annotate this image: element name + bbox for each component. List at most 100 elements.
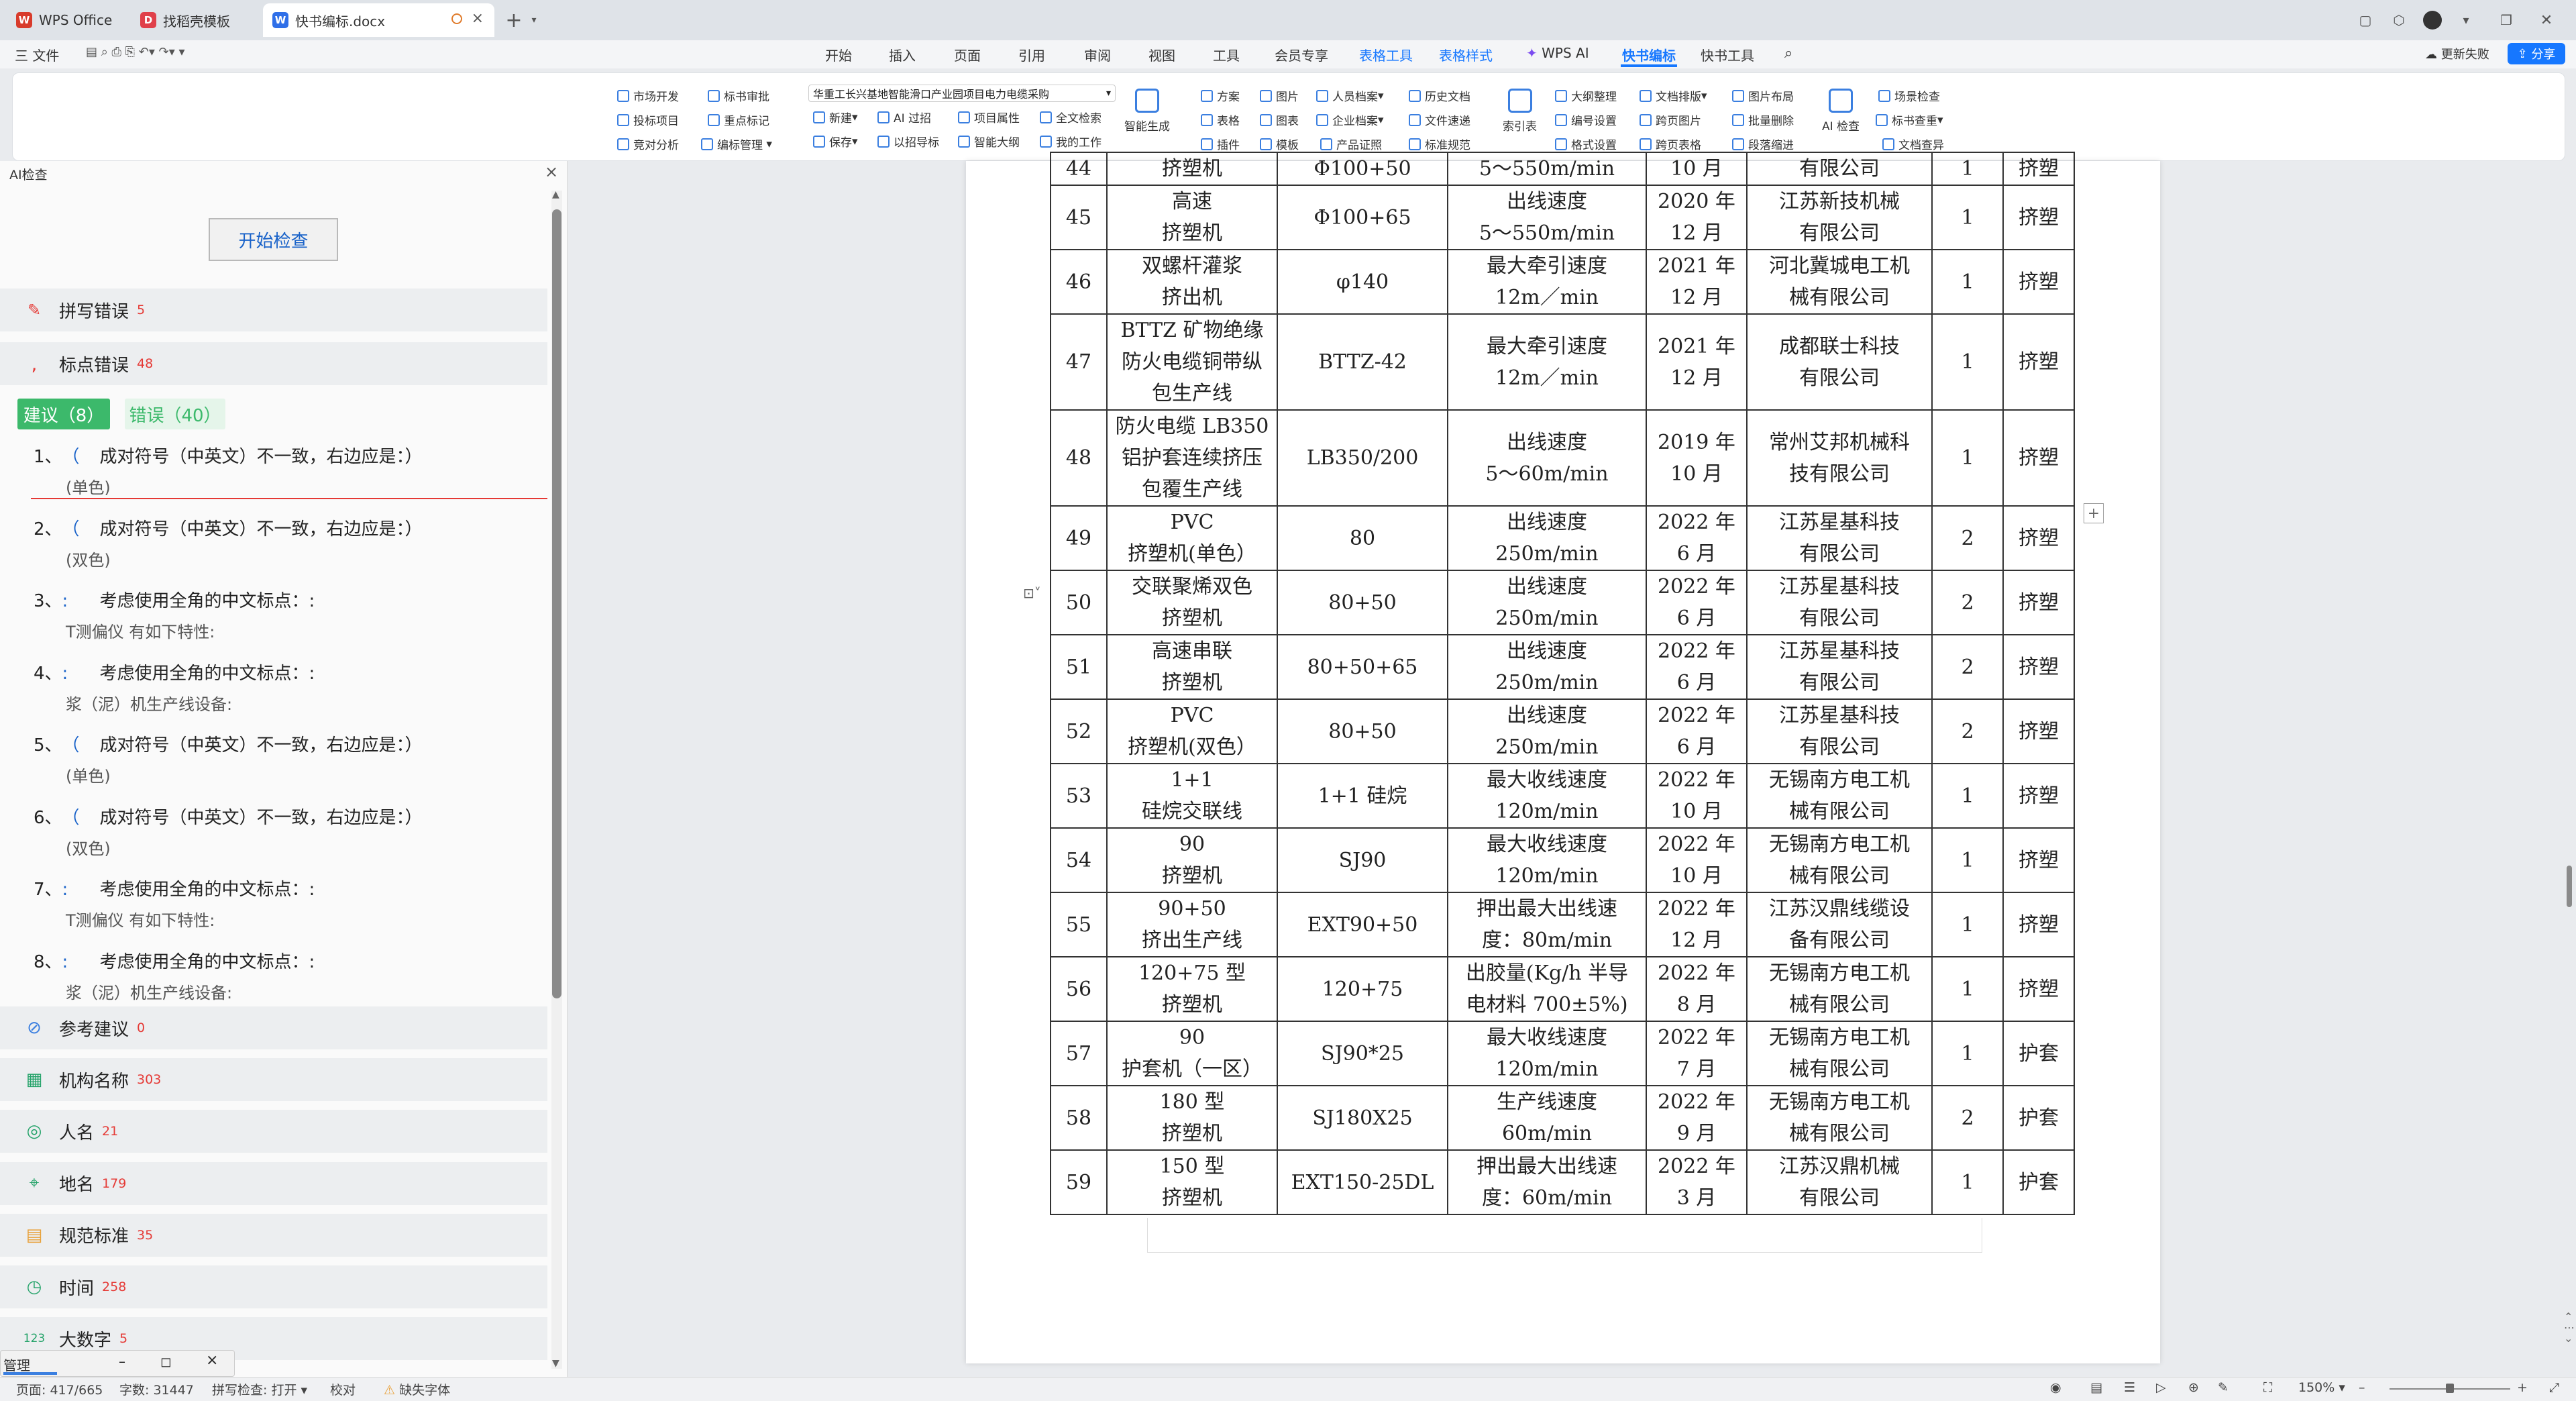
panel-scroll-thumb[interactable]	[552, 209, 561, 998]
cell-use[interactable]: 挤塑	[2002, 249, 2075, 315]
cell-spec[interactable]: 出线速度 5～550m/min	[1447, 185, 1647, 250]
cell-maker[interactable]: 江苏星基科技 有限公司	[1746, 505, 1933, 571]
btn-ai-qa[interactable]: AI 过招	[877, 109, 931, 125]
cell-maker[interactable]: 江苏新技机械 有限公司	[1746, 185, 1933, 250]
check-item[interactable]: 1、（ 成对符号（中英文）不一致，右边应是：） (单色)	[34, 443, 550, 498]
cell-spec[interactable]: 生产线速度 60m/min	[1447, 1085, 1647, 1151]
cell-date[interactable]: 2022 年 10 月	[1646, 763, 1748, 829]
cell-no[interactable]: 52	[1050, 698, 1108, 764]
cell-qty[interactable]: 1	[1931, 185, 2004, 250]
new-tab-button[interactable]: +	[503, 9, 525, 32]
cell-use[interactable]: 挤塑	[2002, 827, 2075, 893]
fit-page-icon[interactable]: ⛶	[2263, 1380, 2272, 1395]
cell-name[interactable]: 防火电缆 LB350 铝护套连续挤压 包覆生产线	[1106, 409, 1278, 507]
close-window-icon[interactable]: ✕	[2536, 9, 2557, 31]
cell-no[interactable]: 46	[1050, 249, 1108, 315]
cell-maker[interactable]: 无锡南方电工机 械有限公司	[1746, 827, 1933, 893]
menu-page[interactable]: 页面	[954, 45, 981, 64]
cell-model[interactable]: 120+75	[1277, 956, 1448, 1022]
cell-qty[interactable]: 1	[1931, 152, 2004, 186]
menu-table-tools[interactable]: 表格工具	[1359, 45, 1413, 64]
cell-maker[interactable]: 江苏星基科技 有限公司	[1746, 570, 1933, 635]
cell-maker[interactable]: 江苏汉鼎机械 有限公司	[1746, 1149, 1933, 1215]
cell-no[interactable]: 54	[1050, 827, 1108, 893]
cube-icon[interactable]: ⬡	[2388, 9, 2410, 31]
cell-name[interactable]: 高速串联 挤塑机	[1106, 634, 1278, 700]
tab-document[interactable]: W 快书编标.docx ×	[263, 3, 494, 37]
cell-use[interactable]: 挤塑	[2002, 409, 2075, 507]
cell-model[interactable]: Φ100+65	[1277, 185, 1448, 250]
close-icon[interactable]: ×	[545, 162, 558, 181]
cell-qty[interactable]: 2	[1931, 698, 2004, 764]
cell-date[interactable]: 2022 年 9 月	[1646, 1085, 1748, 1151]
btn-market-dev[interactable]: 市场开发	[617, 87, 679, 104]
scroll-up-icon[interactable]: ▲	[552, 189, 559, 200]
cell-maker[interactable]: 常州艾邦机械科 技有限公司	[1746, 409, 1933, 507]
check-item[interactable]: 5、（ 成对符号（中英文）不一致，右边应是：） (单色)	[34, 731, 550, 786]
quick-access-icons[interactable]: ▤ ⌕ ⎙ ⎘ ↶▾ ↷▾ ▾	[86, 45, 185, 59]
menu-reference[interactable]: 引用	[1018, 45, 1045, 64]
cell-name[interactable]: PVC 挤塑机(单色）	[1106, 505, 1278, 571]
tab-daoke-template[interactable]: D 找稻壳模板	[131, 3, 258, 37]
btn-company-file[interactable]: 企业档案 ▾	[1316, 111, 1384, 128]
menu-kuaishu-bid[interactable]: 快书编标	[1622, 45, 1676, 64]
cell-spec[interactable]: 出线速度 250m/min	[1447, 634, 1647, 700]
zoom-slider-thumb[interactable]	[2446, 1384, 2454, 1393]
cell-qty[interactable]: 2	[1931, 570, 2004, 635]
cell-use[interactable]: 护套	[2002, 1021, 2075, 1086]
document-scroll-thumb[interactable]	[2567, 866, 2572, 907]
cell-maker[interactable]: 无锡南方电工机 械有限公司	[1746, 1085, 1933, 1151]
page-indicator[interactable]: 页面: 417/665	[16, 1380, 103, 1398]
web-view-icon[interactable]: ⊕	[2188, 1380, 2199, 1395]
restore-window-icon[interactable]: ❐	[2496, 9, 2517, 31]
cell-spec[interactable]: 最大牵引速度 12m／min	[1447, 249, 1647, 315]
mini-window[interactable]: 管理 – ◻ ×	[0, 1350, 235, 1377]
cell-maker[interactable]: 无锡南方电工机 械有限公司	[1746, 956, 1933, 1022]
cell-no[interactable]: 49	[1050, 505, 1108, 571]
cell-model[interactable]: LB350/200	[1277, 409, 1448, 507]
tab-errors[interactable]: 错误（40）	[125, 399, 225, 429]
cell-model[interactable]: φ140	[1277, 249, 1448, 315]
table-handle-icon[interactable]: ⊡˅	[1023, 585, 1041, 601]
btn-history-doc[interactable]: 历史文档	[1409, 87, 1470, 104]
section-clock[interactable]: ◷ 时间 258	[0, 1265, 547, 1308]
cell-maker[interactable]: 无锡南方电工机 械有限公司	[1746, 763, 1933, 829]
menu-view[interactable]: 视图	[1148, 45, 1175, 64]
btn-format[interactable]: 格式设置	[1555, 136, 1617, 152]
cell-no[interactable]: 55	[1050, 892, 1108, 957]
cell-date[interactable]: 2022 年 3 月	[1646, 1149, 1748, 1215]
cell-use[interactable]: 挤塑	[2002, 505, 2075, 571]
window-layout-icon[interactable]: ▢	[2355, 9, 2376, 31]
menu-review[interactable]: 审阅	[1084, 45, 1111, 64]
cell-date[interactable]: 2022 年 6 月	[1646, 505, 1748, 571]
cell-name[interactable]: 120+75 型挤塑机	[1106, 956, 1278, 1022]
cell-date[interactable]: 10 月	[1646, 152, 1748, 186]
cell-name[interactable]: 1+1 硅烷交联线	[1106, 763, 1278, 829]
cell-model[interactable]: SJ180X25	[1277, 1085, 1448, 1151]
menu-table-style[interactable]: 表格样式	[1439, 45, 1493, 64]
btn-table[interactable]: 表格	[1201, 111, 1240, 128]
cell-qty[interactable]: 1	[1931, 1149, 2004, 1215]
cell-no[interactable]: 44	[1050, 152, 1108, 186]
cell-use[interactable]: 挤塑	[2002, 634, 2075, 700]
cell-maker[interactable]: 河北冀城电工机 械有限公司	[1746, 249, 1933, 315]
btn-numbering[interactable]: 编号设置	[1555, 111, 1617, 128]
cell-use[interactable]: 护套	[2002, 1085, 2075, 1151]
menu-member[interactable]: 会员专享	[1275, 45, 1328, 64]
cell-model[interactable]: SJ90	[1277, 827, 1448, 893]
cell-maker[interactable]: 成都联士科技 有限公司	[1746, 313, 1933, 411]
cell-no[interactable]: 51	[1050, 634, 1108, 700]
btn-dup-check[interactable]: 标书查重 ▾	[1876, 111, 1943, 128]
cell-name[interactable]: PVC 挤塑机(双色）	[1106, 698, 1278, 764]
cell-qty[interactable]: 2	[1931, 634, 2004, 700]
cell-qty[interactable]: 1	[1931, 249, 2004, 315]
cell-spec[interactable]: 出线速度 250m/min	[1447, 505, 1647, 571]
cell-qty[interactable]: 1	[1931, 409, 2004, 507]
cell-use[interactable]: 挤塑	[2002, 956, 2075, 1022]
btn-standard[interactable]: 标准规范	[1409, 136, 1470, 152]
cell-no[interactable]: 56	[1050, 956, 1108, 1022]
cell-date[interactable]: 2022 年 6 月	[1646, 570, 1748, 635]
cell-qty[interactable]: 1	[1931, 827, 2004, 893]
cell-use[interactable]: 挤塑	[2002, 152, 2075, 186]
avatar[interactable]	[2422, 9, 2443, 31]
